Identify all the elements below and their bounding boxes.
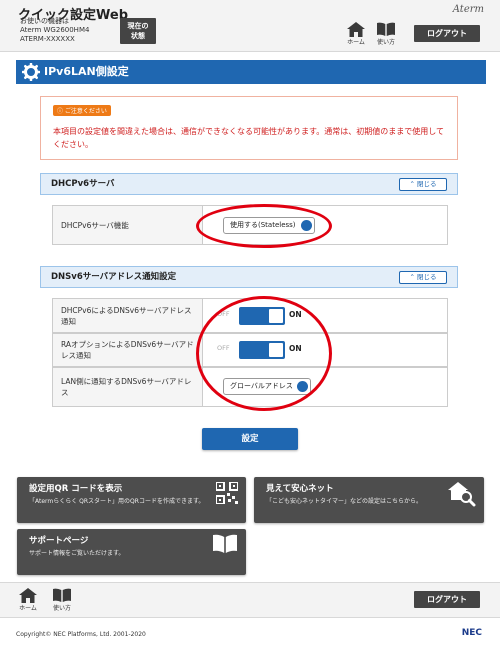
book-icon xyxy=(213,534,237,553)
chevron-up-icon: ⌃ xyxy=(409,180,417,188)
house-search-icon xyxy=(448,482,476,507)
dhcpv6-server-label: DHCPv6サーバ機能 xyxy=(53,206,203,244)
settings-button[interactable]: 設定 xyxy=(202,428,298,450)
warning-box: ⓘ ご注意ください 本項目の設定値を間違えた場合は、通信ができなくなる可能性があ… xyxy=(40,96,458,160)
home-label: ホーム xyxy=(19,605,37,612)
ra-dns-notify-label: RAオプションによるDNSv6サーバアドレス通知 xyxy=(53,334,203,366)
status-button-line-1: 現在の xyxy=(127,22,149,30)
annotation-circle xyxy=(196,204,332,248)
mieru-anshin-card[interactable]: 見えて安心ネット 「こども安心ネットタイマー」などの設定はこちらから。 xyxy=(254,477,484,523)
mieru-card-desc: 「こども安心ネットタイマー」などの設定はこちらから。 xyxy=(266,498,423,505)
device-label: お使いの機器は xyxy=(20,17,69,25)
alert-icon: ⓘ xyxy=(57,108,65,115)
chevron-up-icon: ⌃ xyxy=(409,273,417,281)
lan-dns-address-label: LAN側に通知するDNSv6サーバアドレス xyxy=(53,368,203,406)
gear-icon xyxy=(22,63,40,81)
dhcpv6-dns-notify-label: DHCPv6によるDNSv6サーバアドレス通知 xyxy=(53,299,203,332)
footer-logout-button[interactable]: ログアウト xyxy=(414,591,480,608)
header: クイック設定Web お使いの機器は Aterm WG2600HM4 ATERM-… xyxy=(0,0,500,52)
book-icon xyxy=(53,588,71,602)
section-dns-header: DNSv6サーバアドレス通知設定 ⌃ 閉じる xyxy=(40,266,458,288)
page-title: IPv6LAN側設定 xyxy=(44,65,129,78)
howto-label: 使い方 xyxy=(376,39,395,46)
annotation-circle xyxy=(196,296,332,411)
section-dhcpv6-header: DHCPv6サーバ ⌃ 閉じる xyxy=(40,173,458,195)
qr-code-icon xyxy=(216,482,238,504)
status-button-line-2: 状態 xyxy=(131,32,145,40)
close-label: 閉じる xyxy=(417,273,437,281)
header-home-link[interactable]: ホーム xyxy=(342,22,370,46)
brand-logo: Aterm xyxy=(452,4,484,15)
device-id: ATERM-XXXXXX xyxy=(20,35,75,43)
book-icon xyxy=(377,22,395,36)
current-status-button[interactable]: 現在の 状態 xyxy=(120,18,156,44)
support-page-card[interactable]: サポートページ サポート情報をご覧いただけます。 xyxy=(17,529,246,575)
home-icon xyxy=(347,22,365,37)
section-dns-close-button[interactable]: ⌃ 閉じる xyxy=(399,271,447,284)
device-model: Aterm WG2600HM4 xyxy=(20,26,90,34)
footer-howto-link[interactable]: 使い方 xyxy=(48,588,76,612)
nec-logo: NEC xyxy=(461,628,482,638)
footer-nav-bar: ホーム 使い方 ログアウト xyxy=(0,582,500,618)
home-icon xyxy=(19,588,37,603)
support-card-title: サポートページ xyxy=(29,536,89,546)
header-logout-button[interactable]: ログアウト xyxy=(414,25,480,42)
qr-code-card[interactable]: 設定用QR コードを表示 「Atermらくらく QRスタート」用のQRコードを作… xyxy=(17,477,246,523)
qr-card-title: 設定用QR コードを表示 xyxy=(29,484,123,494)
header-howto-link[interactable]: 使い方 xyxy=(372,22,400,46)
home-label: ホーム xyxy=(347,39,365,46)
section-dns-title: DNSv6サーバアドレス通知設定 xyxy=(51,272,177,282)
mieru-card-title: 見えて安心ネット xyxy=(266,484,334,494)
copyright: Copyright© NEC Platforms, Ltd. 2001-2020 xyxy=(16,631,146,638)
footer-home-link[interactable]: ホーム xyxy=(14,588,42,612)
howto-label: 使い方 xyxy=(52,605,71,612)
section-dhcpv6-title: DHCPv6サーバ xyxy=(51,179,115,189)
warning-badge-label: ご注意ください xyxy=(64,108,107,115)
qr-card-desc: 「Atermらくらく QRスタート」用のQRコードを作成できます。 xyxy=(29,498,205,505)
support-card-desc: サポート情報をご覧いただけます。 xyxy=(29,550,125,557)
warning-text: 本項目の設定値を間違えた場合は、通信ができなくなる可能性があります。通常は、初期… xyxy=(53,127,444,149)
page-title-bar: IPv6LAN側設定 xyxy=(16,60,486,84)
section-dhcpv6-close-button[interactable]: ⌃ 閉じる xyxy=(399,178,447,191)
warning-badge: ⓘ ご注意ください xyxy=(53,105,111,116)
close-label: 閉じる xyxy=(417,180,437,188)
